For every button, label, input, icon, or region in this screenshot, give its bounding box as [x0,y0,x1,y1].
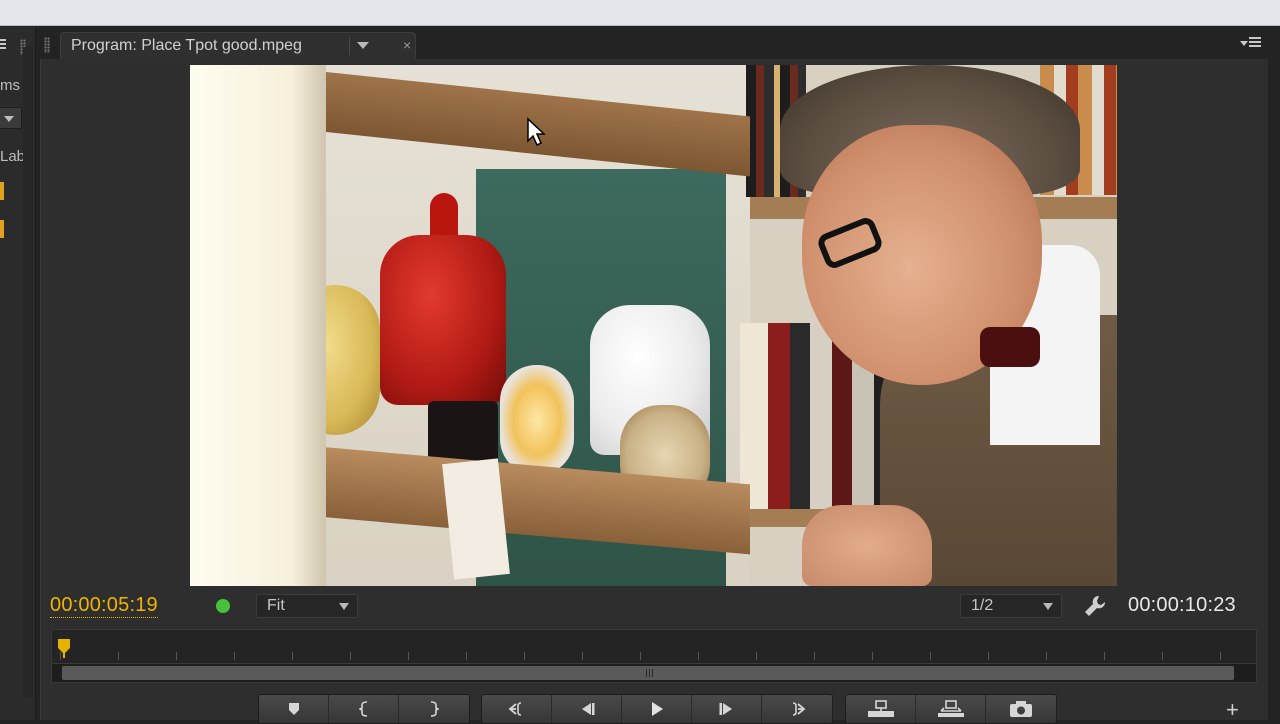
scrollbar-thumb[interactable] [62,666,1234,680]
left-panel-scrollbar[interactable] [23,47,33,697]
label-color-swatch [0,182,4,200]
mark-in-button[interactable] [329,695,399,723]
mark-out-button[interactable] [399,695,469,723]
go-to-out-icon [792,702,806,716]
ruler-ticks [60,652,1250,660]
playback-resolution-value: 1/2 [971,597,994,614]
add-marker-icon [288,703,299,715]
zoom-level-select[interactable]: Fit [256,594,358,618]
left-panel: ms Lab [0,27,36,720]
mark-out-icon [430,701,439,717]
status-indicator [216,599,230,613]
go-to-in-icon [508,702,521,716]
chevron-down-icon [1043,603,1053,610]
wrench-icon[interactable] [1082,593,1108,619]
app-title-bar [0,0,1280,26]
chevron-down-icon [339,603,349,610]
export-frame-button[interactable] [986,695,1056,723]
button-editor-plus-icon[interactable]: + [1226,697,1239,723]
video-frame[interactable] [190,65,1117,586]
tab-title: Program: Place Tpot good.mpeg [71,37,302,54]
left-panel-dropdown[interactable] [0,107,22,129]
panel-menu-icon[interactable] [1240,37,1264,51]
chevron-down-icon[interactable] [357,42,369,49]
lift-icon [867,700,894,717]
extract-icon [937,700,964,717]
step-forward-icon [719,703,732,715]
panel-menu-icon[interactable] [0,39,8,55]
go-to-in-button[interactable] [482,695,552,723]
mark-in-icon [358,701,367,717]
timeline-zoom-scrollbar[interactable] [51,663,1257,683]
go-to-out-button[interactable] [762,695,832,723]
label-color-swatch [0,220,4,238]
playback-resolution-select[interactable]: 1/2 [960,594,1062,618]
left-panel-label: ms [0,77,20,94]
camera-icon [1010,701,1032,717]
current-timecode[interactable]: 00:00:05:19 [50,594,158,618]
program-tab-strip: Program: Place Tpot good.mpeg × [40,27,1268,59]
tab-program-monitor[interactable]: Program: Place Tpot good.mpeg × [60,32,416,59]
close-icon[interactable]: × [403,37,411,53]
left-panel-column-label: Lab [0,148,26,165]
play-icon [651,702,663,716]
grip-icon [646,669,654,677]
step-forward-button[interactable] [692,695,762,723]
extract-button[interactable] [916,695,986,723]
mouse-cursor-icon [527,117,546,147]
play-button[interactable] [622,695,692,723]
duration-timecode: 00:00:10:23 [1128,594,1236,616]
panel-grip-icon[interactable] [44,37,50,53]
zoom-level-value: Fit [267,597,285,614]
add-marker-button[interactable] [259,695,329,723]
step-back-icon [581,703,594,715]
step-back-button[interactable] [552,695,622,723]
lift-button[interactable] [846,695,916,723]
tab-divider [349,37,350,55]
playhead-icon[interactable] [57,638,71,658]
program-monitor: 00:00:05:19 Fit 1/2 00:00:10:23 + [40,59,1268,724]
